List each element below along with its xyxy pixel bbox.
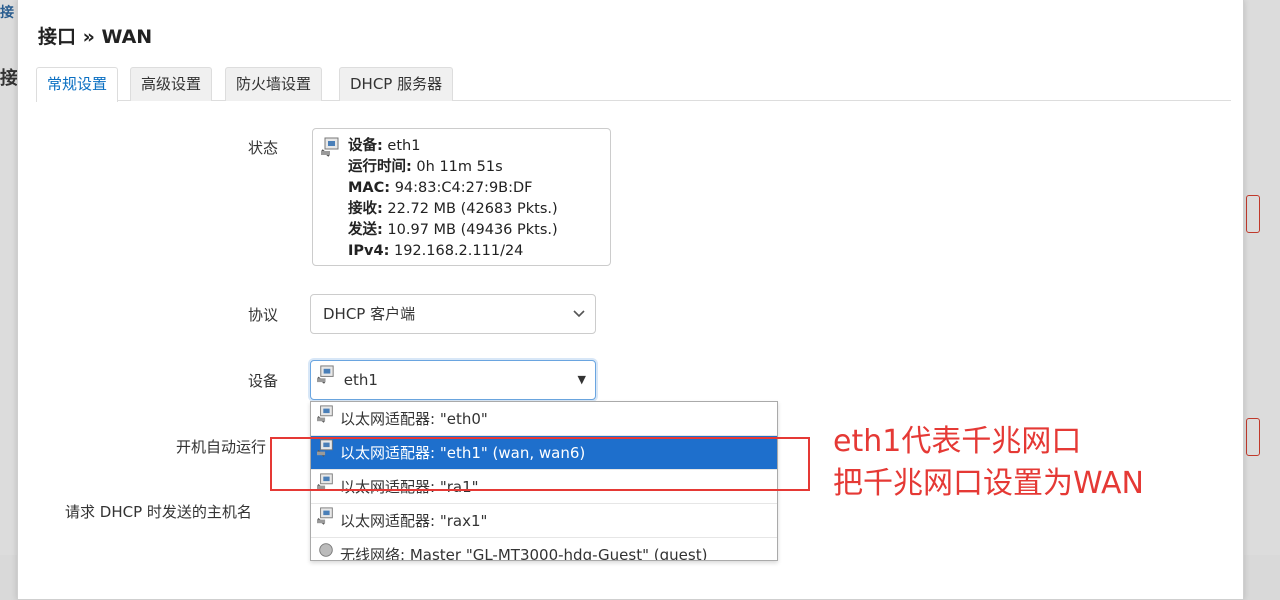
tab-advanced-settings[interactable]: 高级设置 [130, 67, 213, 101]
annotation-highlight-box [270, 437, 810, 491]
ethernet-port-icon [317, 503, 335, 537]
protocol-select[interactable]: DHCP 客户端 [310, 294, 596, 334]
dropdown-option[interactable]: 无线网络: Master "GL-MT3000-hdg-Guest" (gues… [311, 537, 777, 560]
background-button-edge [1246, 195, 1260, 233]
interface-dialog: 接口 » WAN 常规设置 高级设置 防火墙设置 DHCP 服务器 状态 设备:… [17, 0, 1244, 600]
protocol-select-value: DHCP 客户端 [323, 305, 416, 323]
ethernet-port-icon [317, 360, 336, 398]
status-rx-row: 接收: 22.72 MB (42683 Pkts.) [348, 201, 558, 217]
device-label: 设备 [248, 372, 279, 390]
dropdown-option[interactable]: 以太网适配器: "eth0" [311, 402, 777, 436]
protocol-label: 协议 [248, 306, 279, 324]
chevron-down-icon [573, 295, 585, 349]
dhcp-hostname-label: 请求 DHCP 时发送的主机名 [65, 503, 252, 521]
wifi-icon [317, 537, 335, 560]
caret-down-icon: ▼ [577, 373, 586, 386]
status-device-row: 设备: eth1 [348, 138, 421, 154]
tab-bar: 常规设置 高级设置 防火墙设置 DHCP 服务器 [36, 67, 1231, 102]
status-mac-row: MAC: 94:83:C4:27:9B:DF [348, 180, 533, 196]
device-select-value: eth1 [343, 371, 378, 389]
status-panel: 设备: eth1 运行时间: 0h 11m 51s MAC: 94:83:C4:… [312, 128, 611, 266]
background-button-edge [1246, 418, 1260, 456]
status-uptime-row: 运行时间: 0h 11m 51s [348, 159, 503, 175]
dropdown-option[interactable]: 以太网适配器: "rax1" [311, 504, 777, 538]
annotation-line-1: eth1代表千兆网口 [833, 424, 1082, 459]
tab-dhcp-server[interactable]: DHCP 服务器 [339, 67, 454, 101]
status-tx-row: 发送: 10.97 MB (49436 Pkts.) [348, 222, 558, 238]
annotation-line-2: 把千兆网口设置为WAN [833, 466, 1144, 501]
device-select[interactable]: eth1 ▼ [310, 360, 596, 400]
autostart-label: 开机自动运行 [176, 438, 267, 456]
background-heading-fragment: 接 [0, 68, 18, 89]
status-label: 状态 [248, 139, 279, 157]
status-ipv4-row: IPv4: 192.168.2.111/24 [348, 243, 524, 259]
tab-firewall-settings[interactable]: 防火墙设置 [225, 67, 323, 101]
dialog-title: 接口 » WAN [38, 26, 153, 48]
ethernet-port-icon [317, 402, 335, 435]
tab-general-settings[interactable]: 常规设置 [36, 67, 119, 102]
background-text-fragment: 接 [0, 5, 14, 21]
ethernet-port-icon [321, 137, 341, 164]
